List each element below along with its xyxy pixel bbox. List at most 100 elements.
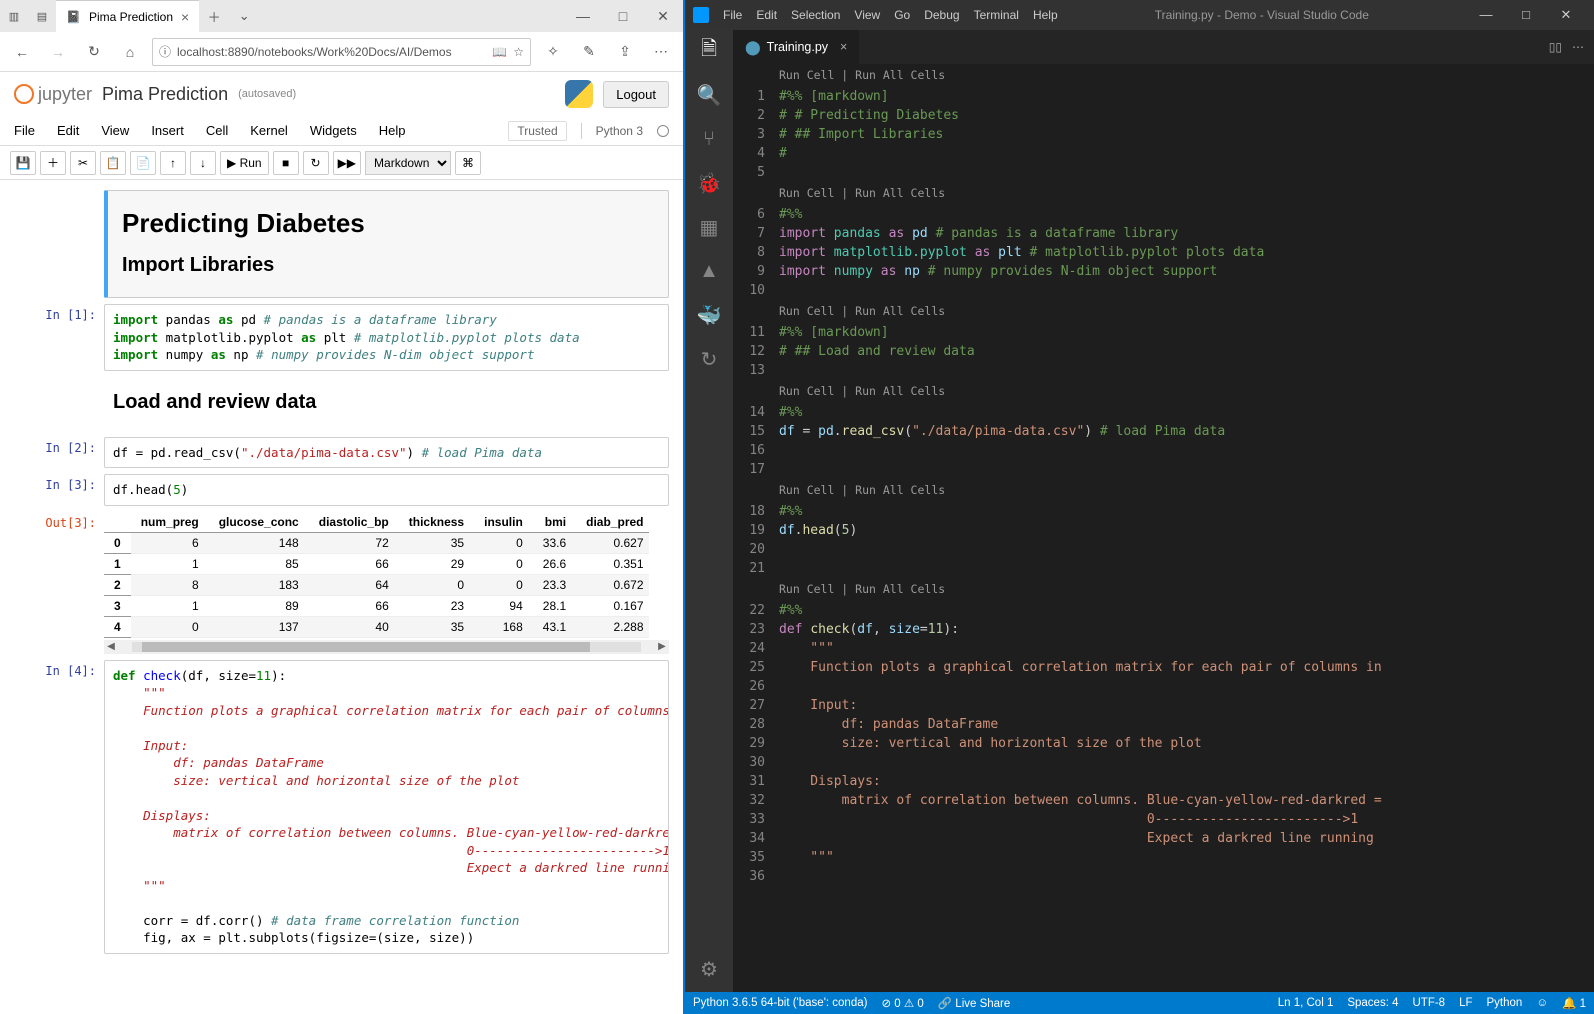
- language-mode[interactable]: Python: [1487, 997, 1523, 1009]
- debug-icon[interactable]: 🐞: [696, 170, 722, 196]
- minimize-button[interactable]: —: [563, 8, 603, 25]
- refresh-button[interactable]: ↻: [80, 38, 108, 66]
- logout-button[interactable]: Logout: [603, 81, 669, 108]
- eol-status[interactable]: LF: [1459, 997, 1472, 1009]
- codelens[interactable]: Run Cell | Run All Cells: [733, 302, 1594, 321]
- menu-file[interactable]: File: [14, 123, 35, 138]
- liveshare-status[interactable]: 🔗 Live Share: [938, 996, 1011, 1010]
- interrupt-button[interactable]: ■: [273, 151, 299, 175]
- back-button[interactable]: ←: [8, 38, 36, 66]
- tab-close-icon[interactable]: ×: [181, 9, 189, 25]
- trusted-label[interactable]: Trusted: [508, 121, 566, 141]
- site-info-icon[interactable]: ⓘ: [159, 43, 171, 60]
- code-line[interactable]: 13: [733, 361, 1594, 380]
- restart-button[interactable]: ↻: [303, 151, 329, 175]
- notebook-title[interactable]: Pima Prediction: [102, 84, 228, 105]
- menu-kernel[interactable]: Kernel: [250, 123, 288, 138]
- move-down-button[interactable]: ↓: [190, 151, 216, 175]
- indent-status[interactable]: Spaces: 4: [1347, 997, 1398, 1009]
- code-cell[interactable]: In [3]: df.head(5): [14, 474, 669, 506]
- cut-button[interactable]: ✂: [70, 151, 96, 175]
- gear-icon[interactable]: ⚙: [696, 956, 722, 982]
- address-bar[interactable]: ⓘ localhost:8890/notebooks/Work%20Docs/A…: [152, 38, 531, 66]
- code-line[interactable]: 4#: [733, 144, 1594, 163]
- home-button[interactable]: ⌂: [116, 38, 144, 66]
- code-line[interactable]: 29 size: vertical and horizontal size of…: [733, 734, 1594, 753]
- menu-view[interactable]: View: [101, 123, 129, 138]
- code-line[interactable]: 18#%%: [733, 502, 1594, 521]
- menu-edit[interactable]: Edit: [756, 8, 777, 22]
- tab-aside-icon-2[interactable]: ▤: [28, 0, 56, 32]
- favorites-icon[interactable]: ✧: [539, 38, 567, 66]
- settings-icon[interactable]: ⋯: [647, 38, 675, 66]
- favorite-star-icon[interactable]: ☆: [513, 45, 524, 59]
- tab-aside-icon[interactable]: ▥: [0, 0, 28, 32]
- close-window-button[interactable]: ✕: [643, 8, 683, 25]
- encoding-status[interactable]: UTF-8: [1413, 997, 1446, 1009]
- new-tab-button[interactable]: ＋: [199, 7, 229, 26]
- horizontal-scrollbar[interactable]: ◀ ▶: [104, 640, 669, 654]
- code-line[interactable]: 36: [733, 867, 1594, 886]
- kernel-name[interactable]: Python 3: [596, 124, 643, 138]
- code-line[interactable]: 10: [733, 281, 1594, 300]
- code-line[interactable]: 22#%%: [733, 601, 1594, 620]
- python-env[interactable]: Python 3.6.5 64-bit ('base': conda): [693, 997, 867, 1009]
- code-line[interactable]: 33 0------------------------>1: [733, 810, 1594, 829]
- code-line[interactable]: 31 Displays:: [733, 772, 1594, 791]
- cursor-position[interactable]: Ln 1, Col 1: [1278, 997, 1334, 1009]
- code-line[interactable]: 8import matplotlib.pyplot as plt # matpl…: [733, 243, 1594, 262]
- add-cell-button[interactable]: ＋: [40, 151, 66, 175]
- copy-button[interactable]: 📋: [100, 151, 126, 175]
- jupyter-logo[interactable]: jupyter: [14, 84, 92, 105]
- extensions-icon[interactable]: ▦: [696, 214, 722, 240]
- code-line[interactable]: 15df = pd.read_csv("./data/pima-data.csv…: [733, 422, 1594, 441]
- code-line[interactable]: 34 Expect a darkred line running: [733, 829, 1594, 848]
- code-line[interactable]: 35 """: [733, 848, 1594, 867]
- code-line[interactable]: 12# ## Load and review data: [733, 342, 1594, 361]
- azure-icon[interactable]: ▲: [696, 258, 722, 284]
- run-button[interactable]: ▶ Run: [220, 151, 269, 175]
- scrollbar-thumb[interactable]: [142, 642, 590, 652]
- celltype-dropdown[interactable]: Markdown: [365, 151, 451, 175]
- markdown-cell[interactable]: Load and review data: [14, 377, 669, 431]
- notification-bell[interactable]: 🔔 1: [1562, 996, 1586, 1010]
- code-line[interactable]: 3# ## Import Libraries: [733, 125, 1594, 144]
- menu-view[interactable]: View: [854, 8, 880, 22]
- code-line[interactable]: 7import pandas as pd # pandas is a dataf…: [733, 224, 1594, 243]
- codelens[interactable]: Run Cell | Run All Cells: [733, 184, 1594, 203]
- menu-edit[interactable]: Edit: [57, 123, 79, 138]
- more-actions-icon[interactable]: ⋯: [1572, 40, 1584, 54]
- code-input[interactable]: df.head(5): [104, 474, 669, 506]
- code-line[interactable]: 20: [733, 540, 1594, 559]
- source-control-icon[interactable]: ⑂: [696, 126, 722, 152]
- menu-file[interactable]: File: [723, 8, 742, 22]
- close-tab-icon[interactable]: ×: [840, 40, 847, 54]
- code-line[interactable]: 19df.head(5): [733, 521, 1594, 540]
- code-line[interactable]: 30: [733, 753, 1594, 772]
- editor-tab[interactable]: ⬤ Training.py ×: [733, 30, 860, 64]
- code-line[interactable]: 24 """: [733, 639, 1594, 658]
- scroll-left-arrow[interactable]: ◀: [104, 641, 118, 652]
- menu-help[interactable]: Help: [1033, 8, 1058, 22]
- docker-icon[interactable]: 🐳: [696, 302, 722, 328]
- code-cell[interactable]: In [1]: import pandas as pd # pandas is …: [14, 304, 669, 371]
- code-input[interactable]: df = pd.read_csv("./data/pima-data.csv")…: [104, 437, 669, 469]
- codelens[interactable]: Run Cell | Run All Cells: [733, 481, 1594, 500]
- menu-cell[interactable]: Cell: [206, 123, 228, 138]
- maximize-button[interactable]: □: [603, 8, 643, 25]
- command-palette-button[interactable]: ⌘: [455, 151, 481, 175]
- scroll-right-arrow[interactable]: ▶: [655, 641, 669, 652]
- menu-insert[interactable]: Insert: [151, 123, 184, 138]
- reading-view-icon[interactable]: 📖: [492, 45, 507, 59]
- code-input[interactable]: def check(df, size=11): """ Function plo…: [104, 660, 669, 954]
- code-line[interactable]: 23def check(df, size=11):: [733, 620, 1594, 639]
- save-button[interactable]: 💾: [10, 151, 36, 175]
- maximize-button[interactable]: □: [1506, 7, 1546, 23]
- dataframe-output[interactable]: num_pregglucose_concdiastolic_bpthicknes…: [104, 512, 649, 638]
- split-editor-icon[interactable]: ▯▯: [1549, 40, 1562, 54]
- problems-count[interactable]: ⊘ 0 ⚠ 0: [881, 996, 923, 1010]
- notes-icon[interactable]: ✎: [575, 38, 603, 66]
- paste-button[interactable]: 📄: [130, 151, 156, 175]
- code-line[interactable]: 28 df: pandas DataFrame: [733, 715, 1594, 734]
- search-icon[interactable]: 🔍: [696, 82, 722, 108]
